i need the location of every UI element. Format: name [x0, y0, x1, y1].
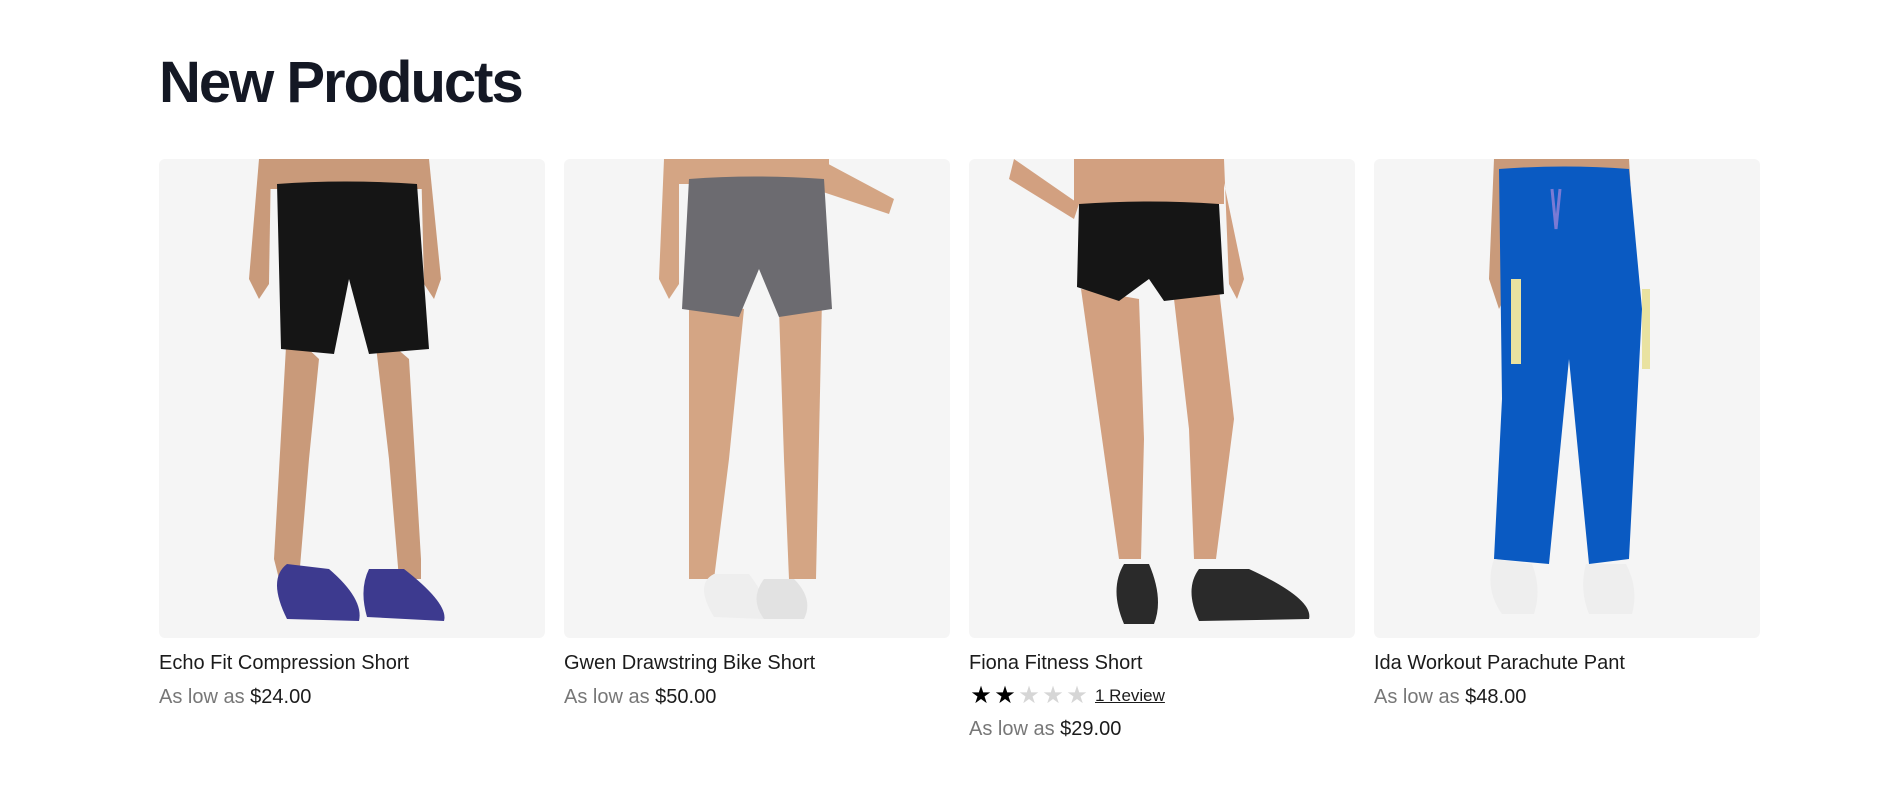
rating-star-icon: ★	[970, 682, 992, 709]
price-label: As low as	[564, 686, 650, 708]
rating-star-icon: ★	[1042, 682, 1064, 709]
product-price: As low as $50.00	[564, 684, 950, 710]
product-price: As low as $48.00	[1374, 684, 1760, 710]
product-card: Ida Workout Parachute Pant As low as $48…	[1374, 159, 1760, 742]
product-photo	[1009, 159, 1310, 624]
product-card: Gwen Drawstring Bike Short As low as $50…	[564, 159, 950, 742]
product-grid: Echo Fit Compression Short As low as $24…	[159, 159, 1760, 742]
price-label: As low as	[969, 718, 1055, 740]
price-amount: $50.00	[655, 686, 717, 708]
product-card: Fiona Fitness Short ★ ★ ★ ★ ★ 1 Review A…	[969, 159, 1355, 742]
product-image-link[interactable]	[1374, 159, 1760, 638]
product-image-link[interactable]	[969, 159, 1355, 638]
price-amount: $24.00	[250, 686, 312, 708]
product-card: Echo Fit Compression Short As low as $24…	[159, 159, 545, 742]
price-amount: $48.00	[1465, 686, 1527, 708]
product-photo	[249, 159, 445, 621]
product-name-link[interactable]: Fiona Fitness Short	[969, 650, 1355, 676]
rating-star-icon: ★	[994, 682, 1016, 709]
section-title: New Products	[159, 50, 524, 115]
product-photo	[659, 159, 894, 619]
product-rating: ★ ★ ★ ★ ★ 1 Review	[969, 684, 1355, 708]
price-label: As low as	[1374, 686, 1460, 708]
product-image-link[interactable]	[564, 159, 950, 638]
price-label: As low as	[159, 686, 245, 708]
reviews-link[interactable]: 1 Review	[1095, 686, 1165, 706]
product-photo	[1489, 159, 1650, 614]
product-name-link[interactable]: Gwen Drawstring Bike Short	[564, 650, 950, 676]
rating-star-icon: ★	[1018, 682, 1040, 709]
product-name-link[interactable]: Echo Fit Compression Short	[159, 650, 545, 676]
product-price: As low as $24.00	[159, 684, 545, 710]
product-price: As low as $29.00	[969, 716, 1355, 742]
price-amount: $29.00	[1060, 718, 1122, 740]
product-name-link[interactable]: Ida Workout Parachute Pant	[1374, 650, 1760, 676]
rating-star-icon: ★	[1066, 682, 1088, 709]
product-image-link[interactable]	[159, 159, 545, 638]
